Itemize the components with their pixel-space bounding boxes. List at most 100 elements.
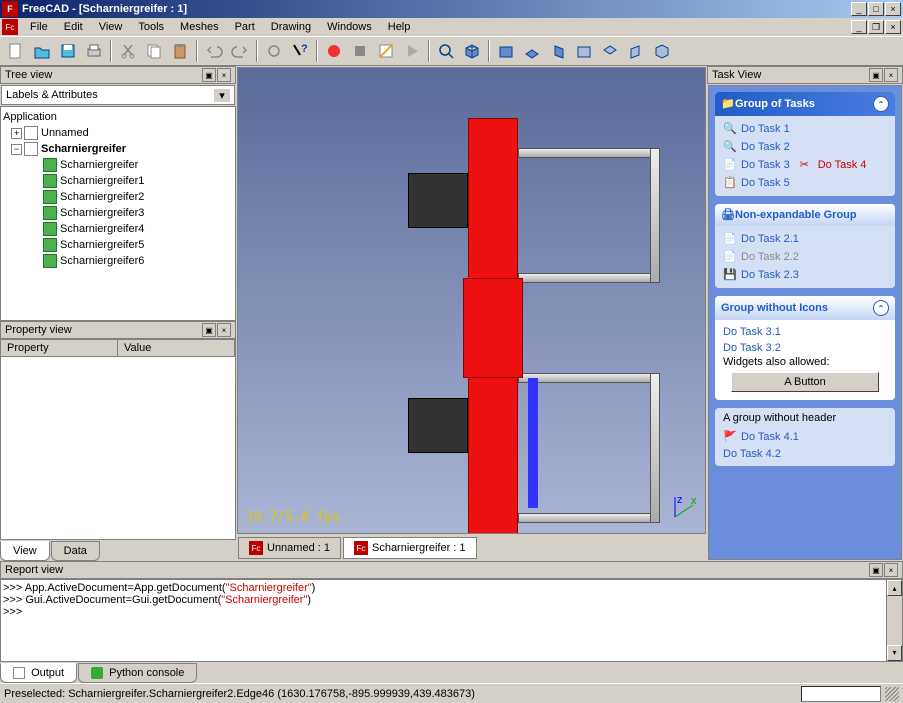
collapse-icon[interactable]: −: [11, 144, 22, 155]
tab-output[interactable]: Output: [0, 663, 77, 683]
part-icon: [43, 174, 57, 188]
property-table[interactable]: Property Value: [0, 339, 236, 540]
undo-icon[interactable]: [202, 39, 226, 63]
tree-root[interactable]: Application: [3, 109, 233, 125]
task-group-header[interactable]: 📁 Group of Tasks ⌃: [715, 92, 895, 116]
task-link[interactable]: 📋Do Task 5: [723, 174, 887, 192]
tree-part[interactable]: Scharniergreifer3: [3, 205, 233, 221]
task-link[interactable]: 🔍Do Task 1: [723, 120, 887, 138]
maximize-button[interactable]: □: [868, 2, 884, 16]
menu-help[interactable]: Help: [380, 19, 419, 35]
left-view-icon[interactable]: [624, 39, 648, 63]
task-area[interactable]: 📁 Group of Tasks ⌃ 🔍Do Task 1 🔍Do Task 2…: [708, 85, 902, 560]
undock-icon[interactable]: ▣: [869, 68, 883, 82]
tree-part[interactable]: Scharniergreifer1: [3, 173, 233, 189]
task-link[interactable]: Do Task 3.1: [723, 324, 887, 340]
task-link[interactable]: 🔍Do Task 2: [723, 138, 887, 156]
stop-icon[interactable]: [348, 39, 372, 63]
play-icon[interactable]: [400, 39, 424, 63]
tree-doc[interactable]: + Unnamed: [3, 125, 233, 141]
tree-part[interactable]: Scharniergreifer5: [3, 237, 233, 253]
tree-doc-active[interactable]: − Scharniergreifer: [3, 141, 233, 157]
collapse-icon[interactable]: ⌃: [873, 96, 889, 112]
close-panel-icon[interactable]: ×: [884, 68, 898, 82]
menu-drawing[interactable]: Drawing: [263, 19, 319, 35]
task-link[interactable]: 💾Do Task 2.3: [723, 266, 887, 284]
cut-icon[interactable]: [116, 39, 140, 63]
doc-tab-unnamed[interactable]: Fc Unnamed : 1: [238, 537, 341, 559]
edit-icon[interactable]: [374, 39, 398, 63]
scrollbar[interactable]: ▴ ▾: [886, 580, 902, 661]
column-property[interactable]: Property: [1, 340, 118, 356]
scroll-up-icon[interactable]: ▴: [887, 580, 902, 596]
a-button[interactable]: A Button: [731, 372, 879, 392]
svg-text:x: x: [691, 495, 697, 507]
tree-filter-combo[interactable]: Labels & Attributes ▾: [1, 85, 235, 105]
whats-this-icon[interactable]: ?: [288, 39, 312, 63]
titlebar: F FreeCAD - [Scharniergreifer : 1] _ □ ×: [0, 0, 903, 18]
paste-icon[interactable]: [168, 39, 192, 63]
tab-view[interactable]: View: [0, 541, 50, 561]
menu-tools[interactable]: Tools: [130, 19, 172, 35]
record-icon[interactable]: [322, 39, 346, 63]
menu-part[interactable]: Part: [227, 19, 263, 35]
redo-icon[interactable]: [228, 39, 252, 63]
undock-icon[interactable]: ▣: [202, 68, 216, 82]
close-panel-icon[interactable]: ×: [217, 323, 231, 337]
print-icon[interactable]: [82, 39, 106, 63]
menu-view[interactable]: View: [91, 19, 131, 35]
close-button[interactable]: ×: [885, 2, 901, 16]
tree-part[interactable]: Scharniergreifer2: [3, 189, 233, 205]
save-icon[interactable]: [56, 39, 80, 63]
task-group-header[interactable]: Group without Icons ⌃: [715, 296, 895, 320]
task-link[interactable]: Do Task 3.2: [723, 340, 887, 356]
expand-icon[interactable]: +: [11, 128, 22, 139]
collapse-icon[interactable]: ⌃: [873, 300, 889, 316]
tree-part[interactable]: Scharniergreifer: [3, 157, 233, 173]
column-value[interactable]: Value: [118, 340, 235, 356]
menu-edit[interactable]: Edit: [56, 19, 91, 35]
menu-meshes[interactable]: Meshes: [172, 19, 227, 35]
task-link[interactable]: Do Task 4.2: [723, 446, 887, 462]
iso-view-icon[interactable]: [460, 39, 484, 63]
undock-icon[interactable]: ▣: [869, 563, 883, 577]
back-view-icon[interactable]: [572, 39, 596, 63]
resize-grip[interactable]: [885, 687, 899, 701]
right-view-icon[interactable]: [546, 39, 570, 63]
tree-view[interactable]: Application + Unnamed − Scharniergreifer…: [0, 106, 236, 321]
task-link-disabled: 📄Do Task 2.2: [723, 248, 887, 266]
task-link[interactable]: 📄Do Task 2.1: [723, 230, 887, 248]
bottom-view-icon[interactable]: [598, 39, 622, 63]
undock-icon[interactable]: ▣: [202, 323, 216, 337]
close-panel-icon[interactable]: ×: [884, 563, 898, 577]
fit-icon[interactable]: [434, 39, 458, 63]
top-view-icon[interactable]: [520, 39, 544, 63]
tree-part[interactable]: Scharniergreifer6: [3, 253, 233, 269]
doc-tab-scharniergreifer[interactable]: Fc Scharniergreifer : 1: [343, 537, 477, 559]
scroll-down-icon[interactable]: ▾: [887, 645, 902, 661]
freecad-icon: Fc: [249, 541, 263, 555]
task-link[interactable]: 📄Do Task 3: [723, 156, 790, 174]
refresh-icon[interactable]: [262, 39, 286, 63]
report-output[interactable]: >>> App.ActiveDocument=App.getDocument("…: [0, 579, 903, 662]
menu-windows[interactable]: Windows: [319, 19, 380, 35]
viewport-3d[interactable]: 19.7/5.4 fps xz: [237, 67, 706, 534]
new-icon[interactable]: [4, 39, 28, 63]
close-panel-icon[interactable]: ×: [217, 68, 231, 82]
tree-part[interactable]: Scharniergreifer4: [3, 221, 233, 237]
open-icon[interactable]: [30, 39, 54, 63]
tab-python-console[interactable]: Python console: [78, 663, 197, 683]
task-link[interactable]: 🚩Do Task 4.1: [723, 428, 887, 446]
task-group-header[interactable]: 🖨 Non-expandable Group: [715, 204, 895, 226]
mdi-minimize-button[interactable]: _: [851, 20, 867, 34]
menu-file[interactable]: File: [22, 19, 56, 35]
task-view-header: Task View ▣ ×: [707, 66, 903, 84]
front-view-icon[interactable]: [494, 39, 518, 63]
mdi-restore-button[interactable]: ❐: [868, 20, 884, 34]
copy-icon[interactable]: [142, 39, 166, 63]
tab-data[interactable]: Data: [51, 541, 100, 561]
mdi-close-button[interactable]: ×: [885, 20, 901, 34]
axo-view-icon[interactable]: [650, 39, 674, 63]
minimize-button[interactable]: _: [851, 2, 867, 16]
task-link[interactable]: ✂Do Task 4: [800, 156, 867, 174]
